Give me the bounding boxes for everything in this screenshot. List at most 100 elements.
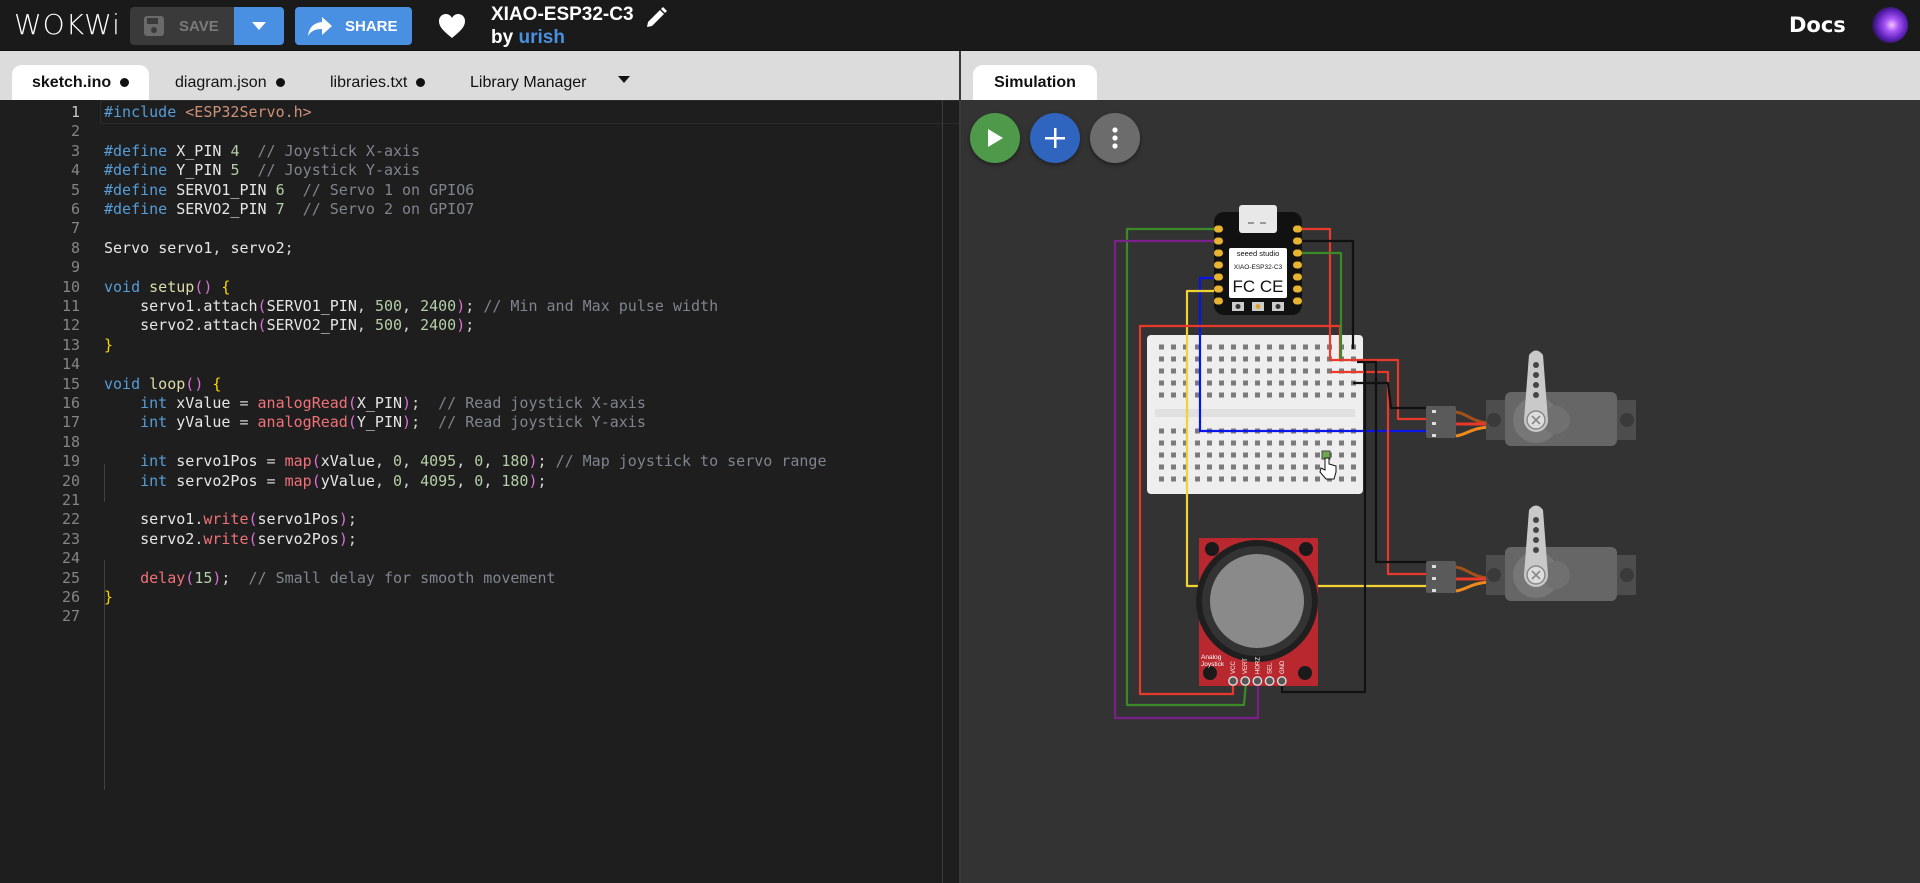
tab-sketch-ino[interactable]: sketch.ino (12, 65, 150, 100)
breadboard-hole[interactable] (1255, 440, 1260, 446)
breadboard-hole[interactable] (1207, 464, 1212, 470)
breadboard-hole[interactable] (1303, 476, 1308, 482)
breadboard-hole[interactable] (1255, 464, 1260, 470)
breadboard-hole[interactable] (1315, 476, 1320, 482)
breadboard-hole[interactable] (1291, 368, 1296, 374)
breadboard-hole[interactable] (1159, 344, 1164, 350)
breadboard-hole[interactable] (1159, 476, 1164, 482)
breadboard-hole[interactable] (1231, 440, 1236, 446)
breadboard-hole[interactable] (1159, 428, 1164, 434)
breadboard-hole[interactable] (1315, 356, 1320, 362)
tab-diagram-json[interactable]: diagram.json (155, 65, 305, 100)
breadboard-hole[interactable] (1339, 440, 1344, 446)
code-line[interactable]: #define SERVO1_PIN 6 // Servo 1 on GPIO6 (104, 181, 474, 199)
breadboard-hole[interactable] (1231, 392, 1236, 398)
breadboard-hole[interactable] (1291, 356, 1296, 362)
code-line[interactable]: void setup() { (104, 278, 230, 296)
breadboard-hole[interactable] (1267, 368, 1272, 374)
breadboard-hole[interactable] (1219, 452, 1224, 458)
breadboard-hole[interactable] (1267, 464, 1272, 470)
breadboard-hole[interactable] (1315, 452, 1320, 458)
board-pin[interactable] (1293, 225, 1302, 233)
share-button[interactable]: SHARE (295, 7, 412, 45)
breadboard-hole[interactable] (1231, 476, 1236, 482)
breadboard-hole[interactable] (1291, 392, 1296, 398)
code-line[interactable]: servo2.attach(SERVO2_PIN, 500, 2400); (104, 316, 474, 334)
code-line[interactable]: int servo2Pos = map(yValue, 0, 4095, 0, … (104, 472, 546, 490)
joystick-pin-vert[interactable] (1240, 676, 1251, 686)
code-line[interactable]: #define X_PIN 4 // Joystick X-axis (104, 142, 420, 160)
breadboard-hole[interactable] (1171, 428, 1176, 434)
breadboard-hole[interactable] (1267, 344, 1272, 350)
breadboard-hole[interactable] (1207, 440, 1212, 446)
breadboard-hole[interactable] (1291, 440, 1296, 446)
breadboard-hole[interactable] (1267, 380, 1272, 386)
breadboard-hole[interactable] (1339, 476, 1344, 482)
breadboard-hole[interactable] (1219, 344, 1224, 350)
wokwi-logo[interactable]: WOKWi (14, 8, 121, 41)
breadboard-hole[interactable] (1219, 464, 1224, 470)
breadboard-hole[interactable] (1243, 344, 1248, 350)
code-line[interactable]: } (104, 588, 113, 606)
breadboard-hole[interactable] (1159, 392, 1164, 398)
joystick-pin-vcc[interactable] (1228, 676, 1238, 686)
board-pin[interactable] (1214, 285, 1223, 293)
breadboard-hole[interactable] (1267, 476, 1272, 482)
board-pin[interactable] (1214, 249, 1223, 257)
breadboard-hole[interactable] (1255, 380, 1260, 386)
breadboard-hole[interactable] (1243, 380, 1248, 386)
breadboard-hole[interactable] (1171, 392, 1176, 398)
breadboard-hole[interactable] (1267, 356, 1272, 362)
breadboard-hole[interactable] (1339, 452, 1344, 458)
board-pin[interactable] (1293, 261, 1302, 269)
breadboard-hole[interactable] (1351, 440, 1356, 446)
breadboard-hole[interactable] (1171, 464, 1176, 470)
breadboard-hole[interactable] (1315, 392, 1320, 398)
breadboard-hole[interactable] (1171, 440, 1176, 446)
breadboard-hole[interactable] (1243, 356, 1248, 362)
breadboard-hole[interactable] (1267, 440, 1272, 446)
breadboard-hole[interactable] (1327, 440, 1332, 446)
breadboard-hole[interactable] (1279, 356, 1284, 362)
servo-2[interactable] (1426, 505, 1636, 602)
breadboard-hole[interactable] (1315, 380, 1320, 386)
board-pin[interactable] (1214, 297, 1223, 305)
breadboard-hole[interactable] (1255, 356, 1260, 362)
breadboard-hole[interactable] (1351, 392, 1356, 398)
author-link[interactable]: urish (518, 27, 564, 48)
board-pin[interactable] (1293, 285, 1302, 293)
breadboard-hole[interactable] (1279, 368, 1284, 374)
breadboard-hole[interactable] (1291, 344, 1296, 350)
breadboard-hole[interactable] (1279, 464, 1284, 470)
board-pin[interactable] (1293, 273, 1302, 281)
code-editor[interactable]: 1 2 3 4 5 6 7 8 9 10 11 12 13 14 15 16 17 18 19 20 21 22 23 24 2… (0, 100, 960, 883)
breadboard-hole[interactable] (1159, 452, 1164, 458)
breadboard-hole[interactable] (1195, 452, 1200, 458)
breadboard-hole[interactable] (1279, 452, 1284, 458)
breadboard-hole[interactable] (1243, 368, 1248, 374)
breadboard-hole[interactable] (1195, 440, 1200, 446)
code-line[interactable]: int xValue = analogRead(X_PIN); // Read … (104, 394, 646, 412)
breadboard-hole[interactable] (1243, 392, 1248, 398)
breadboard-hole[interactable] (1255, 476, 1260, 482)
breadboard-hole[interactable] (1219, 356, 1224, 362)
servo-connector[interactable] (1426, 561, 1456, 593)
breadboard-hole[interactable] (1159, 464, 1164, 470)
editor-scrollbar-track[interactable] (942, 100, 943, 883)
breadboard-hole[interactable] (1171, 356, 1176, 362)
joystick-pin-horz[interactable] (1252, 676, 1263, 686)
tabs-overflow-chevron-icon[interactable] (618, 76, 630, 83)
breadboard-hole[interactable] (1243, 464, 1248, 470)
breadboard-hole[interactable] (1279, 344, 1284, 350)
code-line[interactable]: servo1.write(servo1Pos); (104, 510, 357, 528)
breadboard-hole[interactable] (1255, 452, 1260, 458)
board-pin[interactable] (1214, 237, 1223, 245)
breadboard-hole[interactable] (1243, 440, 1248, 446)
breadboard-hole[interactable] (1351, 464, 1356, 470)
breadboard-hole[interactable] (1171, 344, 1176, 350)
breadboard-hole[interactable] (1219, 392, 1224, 398)
breadboard-hole[interactable] (1315, 368, 1320, 374)
breadboard-hole[interactable] (1207, 392, 1212, 398)
breadboard-hole[interactable] (1339, 464, 1344, 470)
breadboard-hole[interactable] (1303, 464, 1308, 470)
